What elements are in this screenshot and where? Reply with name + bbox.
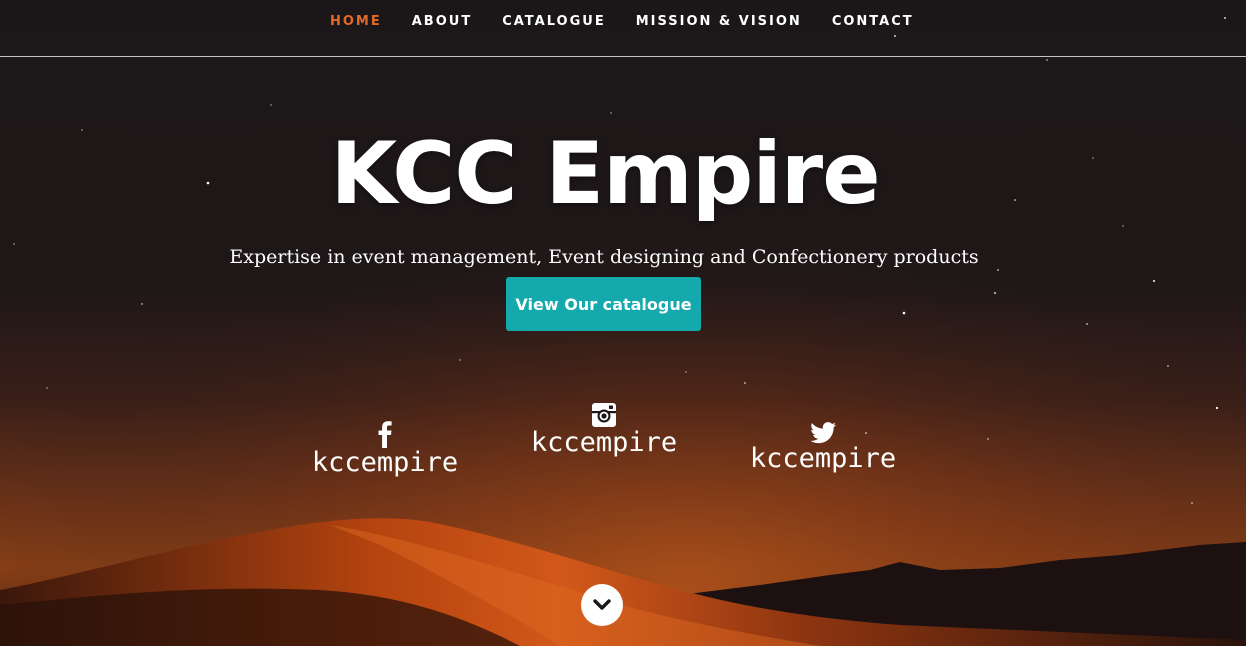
facebook-icon [378,421,392,448]
twitter-handle: kccempire [749,443,897,474]
facebook-link[interactable]: kccempire [306,420,464,478]
instagram-link[interactable]: kccempire [525,402,683,458]
nav-item-contact[interactable]: CONTACT [832,14,914,29]
hero-subtitle: Expertise in event management, Event des… [229,246,979,268]
nav-item-catalogue[interactable]: CATALOGUE [502,14,606,29]
nav-menu: HOME ABOUT CATALOGUE MISSION & VISION CO… [330,14,944,29]
scroll-down-button[interactable] [581,584,623,626]
instagram-handle: kccempire [530,427,678,458]
nav-item-mission-vision[interactable]: MISSION & VISION [636,14,802,29]
view-catalogue-button[interactable]: View Our catalogue [506,277,701,331]
hero-title: KCC Empire [330,124,880,224]
nav-item-home[interactable]: HOME [330,14,382,29]
nav-item-about[interactable]: ABOUT [412,14,472,29]
twitter-icon [810,422,836,444]
landing-page: HOME ABOUT CATALOGUE MISSION & VISION CO… [0,0,1246,646]
facebook-handle: kccempire [311,447,459,478]
instagram-icon [592,403,616,427]
top-navbar: HOME ABOUT CATALOGUE MISSION & VISION CO… [0,0,1246,57]
twitter-link[interactable]: kccempire [744,422,902,474]
chevron-down-icon [593,599,611,610]
